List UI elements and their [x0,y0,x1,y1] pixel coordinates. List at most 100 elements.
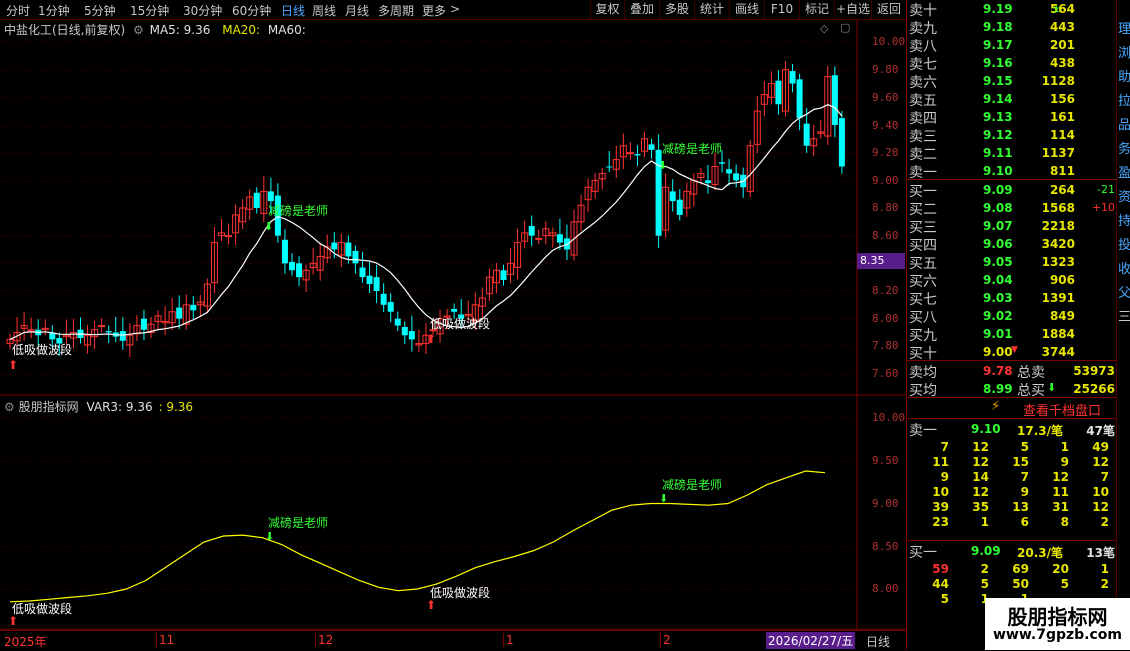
add-watchlist-button[interactable]: +自选 [834,0,871,19]
period-label[interactable]: 日线 [866,633,890,650]
ask-level-label: 卖九 [909,21,937,37]
bid-row[interactable]: 买一 9.09 264 -21 [907,181,1117,200]
bid-row[interactable]: 买九 9.01 1884 [907,325,1117,344]
bid-row[interactable]: 买八 9.02 849 [907,307,1117,326]
bid-row[interactable]: 买十 9.00 ▼ 3744 [907,343,1117,362]
queue-cell: 10 [1092,485,1109,499]
queue-cell: 20 [1052,562,1069,576]
ask-row[interactable]: 卖六 9.15 1128 [907,72,1117,91]
period-tab-multi[interactable]: 多周期 [378,2,414,19]
queue-cell: 9 [940,470,949,484]
bid-row[interactable]: 买七 9.03 1391 [907,289,1117,308]
thousand-level-button[interactable]: ⚡ 查看千档盘口 [907,397,1117,419]
draw-line-button[interactable]: 画线 [729,0,764,19]
period-tab-5min[interactable]: 5分钟 [84,2,116,19]
bid-volume: 2218 [1041,219,1075,233]
thousand-level-label[interactable]: 查看千档盘口 [1023,400,1101,419]
queue-row: 7 12 5 1 49 [907,440,1117,455]
queue-cell: 69 [1012,562,1029,576]
buy-signal-label: 低吸做波段 [12,602,73,616]
candle-body [296,263,303,278]
queue-sell-price: 9.10 [971,422,1001,436]
y-tick: 9.50 [872,454,899,467]
bid-row[interactable]: 买五 9.05 1323 [907,253,1117,272]
bid-price: 9.07 [983,219,1013,233]
bid-mark: ▼ [1011,345,1018,355]
queue-cell: 1 [1100,562,1109,576]
queue-cell: 12 [972,440,989,454]
bid-price: 9.01 [983,327,1013,341]
bid-row[interactable]: 买二 9.08 1568 +10 [907,199,1117,218]
bid-volume: 1884 [1041,327,1075,341]
ask-price: 9.18 [983,20,1013,34]
period-tab-15min[interactable]: 15分钟 [130,2,169,19]
y-tick: 8.20 [872,284,899,297]
edge-char: 盈 [1118,166,1130,181]
queue-cell: 1 [980,515,989,529]
lightning-icon: ⚡ [991,399,1001,414]
ask-row[interactable]: 卖九 9.18 443 [907,18,1117,37]
queue-cell: 23 [932,515,949,529]
bid-level-label: 买七 [909,292,937,308]
statistics-button[interactable]: 统计 [694,0,729,19]
ask-volume: 443 [1049,20,1075,34]
candle-body [387,302,394,312]
mark-button[interactable]: 标记 [799,0,834,19]
candle-body [556,234,563,243]
restore-rights-button[interactable]: 复权 [590,0,624,19]
ask-price: 9.14 [983,92,1013,106]
candle-body [98,325,106,328]
bid-row[interactable]: 买三 9.07 2218 [907,217,1117,236]
candle-body [535,237,543,240]
queue-cell: 11 [1052,485,1069,499]
bid-level-label: 买五 [909,256,937,272]
period-tab-weekly[interactable]: 周线 [312,2,336,19]
period-tab-more[interactable]: 更多 [422,2,446,19]
queue-cell: 7 [940,440,949,454]
time-tick: 12 [315,633,333,647]
ask-row[interactable]: 卖二 9.11 1137 [907,144,1117,163]
y-tick: 9.20 [872,146,899,159]
edge-char: 父 [1118,286,1130,301]
queue-buy-count: 13笔 [1086,546,1115,560]
queue-buy-header: 买一 9.09 20.3/笔 13笔 [907,540,1117,561]
f10-button[interactable]: F10 [764,0,799,19]
queue-cell: 5 [1060,577,1069,591]
ask-row[interactable]: 卖八 9.17 201 [907,36,1117,55]
period-tab-fenshi[interactable]: 分时 [6,2,30,19]
ask-level-label: 卖三 [909,129,937,145]
back-button[interactable]: 返回 [871,0,906,19]
bid-volume: 264 [1049,183,1075,197]
ask-level-label: 卖七 [909,57,937,73]
bid-row[interactable]: 买四 9.06 3420 [907,235,1117,254]
bid-row[interactable]: 买六 9.04 906 [907,271,1117,290]
ask-bid-divider [907,179,1117,180]
candle-body [726,169,733,174]
ask-level-label: 卖五 [909,93,937,109]
ask-row[interactable]: 卖十 9.19 564 ± [907,0,1117,19]
queue-cell: 5 [940,592,949,606]
ask-price: 9.10 [983,164,1013,178]
more-chevron-icon[interactable]: > [450,2,460,16]
period-tab-monthly[interactable]: 月线 [345,2,369,19]
period-tab-1min[interactable]: 1分钟 [38,2,70,19]
ask-row[interactable]: 卖四 9.13 161 [907,108,1117,127]
queue-cell: 2 [1100,515,1109,529]
queue-cell: 11 [932,455,949,469]
y-tick: 9.40 [872,119,899,132]
candle-body [352,250,359,264]
ask-row[interactable]: 卖五 9.14 156 [907,90,1117,109]
candlestick-chart[interactable] [0,20,906,396]
queue-row: 9 14 7 12 7 [907,470,1117,485]
period-tab-60min[interactable]: 60分钟 [232,2,271,19]
ask-row[interactable]: 卖一 9.10 811 [907,162,1117,181]
overlay-button[interactable]: 叠加 [624,0,659,19]
multi-stock-button[interactable]: 多股 [659,0,694,19]
queue-buy-label: 买一 [909,545,937,561]
edge-char: 浏 [1118,46,1130,61]
period-tab-30min[interactable]: 30分钟 [183,2,222,19]
queue-row: 10 12 9 11 10 [907,485,1117,500]
period-tab-daily[interactable]: 日线 [281,2,305,19]
ask-row[interactable]: 卖三 9.12 114 [907,126,1117,145]
ask-row[interactable]: 卖七 9.16 438 [907,54,1117,73]
